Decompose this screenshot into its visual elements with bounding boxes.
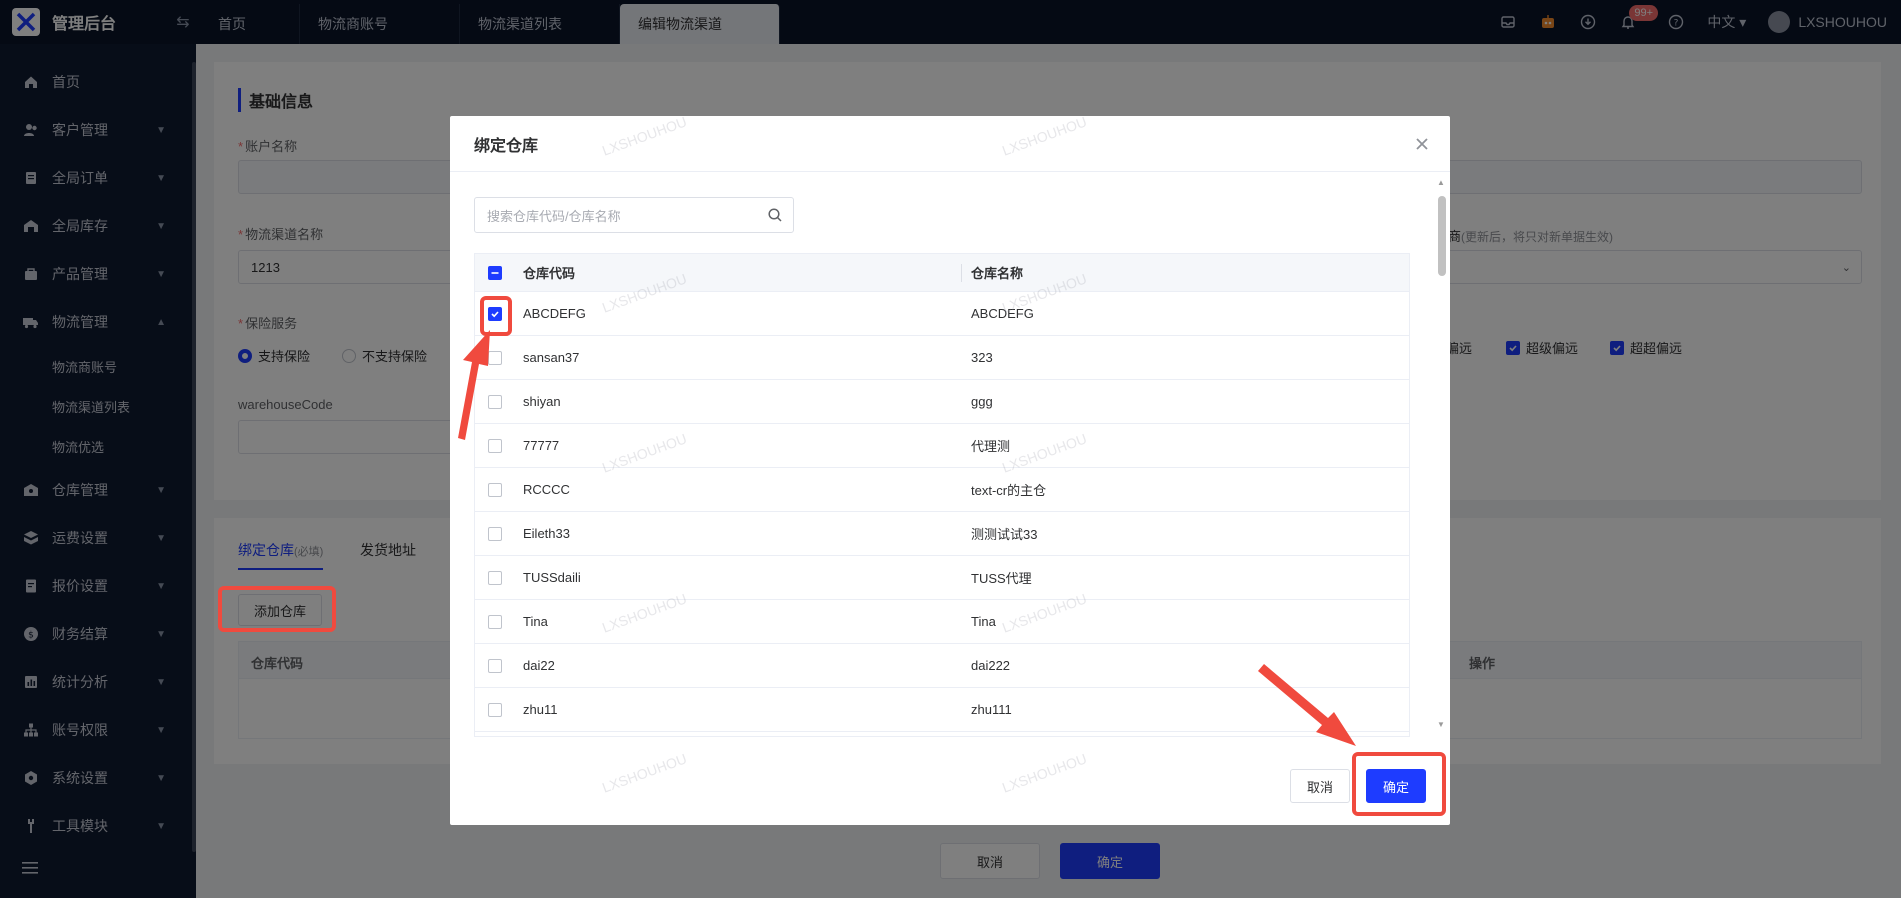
table-row[interactable]: 77777 代理测	[475, 424, 1409, 468]
dialog-header: 绑定仓库	[450, 116, 1450, 172]
warehouse-table: 仓库代码 仓库名称 ABCDEFG ABCDEFG sansan37 323 s…	[474, 253, 1410, 737]
row-checkbox[interactable]	[488, 658, 502, 673]
column-header-code: 仓库代码	[523, 266, 576, 281]
row-checkbox[interactable]	[488, 438, 502, 453]
row-checkbox[interactable]	[488, 526, 502, 541]
bind-warehouse-dialog: 绑定仓库 搜索仓库代码/仓库名称 仓库代码 仓库名称 ABCDEFG ABCDE…	[450, 116, 1450, 825]
cell-warehouse-code: TUSSdaili	[523, 570, 581, 585]
dialog-title: 绑定仓库	[474, 137, 539, 155]
search-icon[interactable]	[767, 207, 783, 226]
table-row[interactable]: sansan37 323	[475, 336, 1409, 380]
table-row[interactable]: dai22 dai222	[475, 644, 1409, 688]
cell-warehouse-code: RCCCC	[523, 482, 570, 497]
cell-warehouse-code: sansan37	[523, 350, 580, 365]
dialog-cancel-button[interactable]: 取消	[1290, 769, 1350, 803]
cell-warehouse-name: ABCDEFG	[971, 306, 1034, 321]
table-row[interactable]: ABCDEFG ABCDEFG	[475, 292, 1409, 336]
close-icon[interactable]	[1412, 134, 1432, 154]
select-all-checkbox[interactable]	[488, 265, 502, 280]
cell-warehouse-code: Tina	[523, 614, 548, 629]
cell-warehouse-code: 77777	[523, 438, 560, 453]
cell-warehouse-code: shiyan	[523, 394, 561, 409]
scroll-down-arrow-icon[interactable]: ▼	[1437, 720, 1445, 729]
cell-warehouse-name: 代理测	[971, 439, 1011, 454]
table-row[interactable]: Tina Tina	[475, 600, 1409, 644]
cell-warehouse-name: Tina	[971, 614, 996, 629]
highlight-add-warehouse	[218, 586, 336, 632]
table-row[interactable]: RCCCC text-cr的主仓	[475, 468, 1409, 512]
row-checkbox[interactable]	[488, 702, 502, 717]
table-row[interactable]: shiyan ggg	[475, 380, 1409, 424]
row-checkbox[interactable]	[488, 394, 502, 409]
row-checkbox[interactable]	[488, 570, 502, 585]
column-header-name: 仓库名称	[971, 266, 1024, 281]
row-checkbox[interactable]	[488, 614, 502, 629]
cell-warehouse-code: Eileth33	[523, 526, 570, 541]
row-checkbox[interactable]	[488, 350, 502, 365]
cell-warehouse-code: zhu11	[523, 702, 558, 717]
cell-warehouse-code: dai22	[523, 658, 555, 673]
row-checkbox[interactable]	[488, 482, 502, 497]
cell-warehouse-name: text-cr的主仓	[971, 483, 1047, 498]
cell-warehouse-name: 323	[971, 350, 993, 365]
cell-warehouse-name: ggg	[971, 394, 993, 409]
warehouse-search-input[interactable]: 搜索仓库代码/仓库名称	[474, 197, 794, 233]
cell-warehouse-code: ABCDEFG	[523, 306, 586, 321]
cell-warehouse-name: 测测试试33	[971, 527, 1038, 542]
highlight-first-row-checkbox	[480, 296, 512, 336]
cell-warehouse-name: dai222	[971, 658, 1011, 673]
highlight-dialog-confirm	[1352, 752, 1446, 816]
table-row[interactable]: Eileth33 测测试试33	[475, 512, 1409, 556]
scroll-up-arrow-icon[interactable]: ▲	[1437, 178, 1445, 187]
cell-warehouse-name: TUSS代理	[971, 571, 1032, 586]
cell-warehouse-name: zhu111	[971, 702, 1012, 717]
table-header: 仓库代码 仓库名称	[475, 254, 1409, 292]
table-row[interactable]: TUSSdaili TUSS代理	[475, 556, 1409, 600]
dialog-scrollbar-thumb[interactable]	[1438, 196, 1446, 276]
table-row[interactable]: zhu11 zhu111	[475, 688, 1409, 732]
